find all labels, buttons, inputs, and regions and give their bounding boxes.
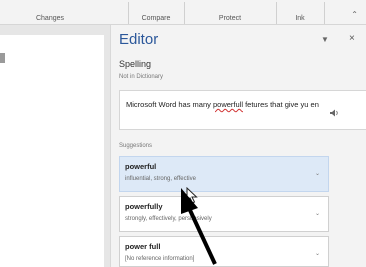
speaker-icon[interactable]	[330, 109, 339, 119]
document-page[interactable]	[0, 35, 104, 267]
ribbon-group-changes[interactable]: Changes	[10, 0, 90, 24]
chevron-down-icon[interactable]: ▼	[321, 35, 329, 44]
suggestions-heading: Suggestions	[119, 143, 153, 149]
ribbon-group-ink[interactable]: Ink	[276, 0, 324, 24]
ribbon-group-compare[interactable]: Compare	[128, 0, 184, 24]
document-area[interactable]	[0, 25, 110, 267]
chevron-down-icon[interactable]: ⌄	[315, 250, 320, 257]
ribbon-group-label: Compare	[141, 15, 171, 22]
ribbon-separator	[324, 2, 325, 24]
suggestion-word: powerful	[125, 162, 157, 171]
misspelled-word: powerfull	[212, 100, 243, 109]
suggestion-word: powerfully	[125, 202, 163, 211]
annotation-arrow-icon	[181, 188, 217, 265]
pane-title: Editor	[119, 31, 159, 48]
suggestion-synonyms: influential, strong, effective	[125, 176, 196, 182]
context-box: Microsoft Word has many powerfull feture…	[119, 90, 366, 130]
editor-pane: Editor ▼ × Spelling Not in Dictionary Mi…	[110, 25, 366, 267]
context-sentence: Microsoft Word has many powerfull feture…	[126, 100, 319, 109]
ruler-marker	[0, 53, 5, 63]
chevron-down-icon[interactable]: ⌄	[315, 210, 320, 217]
close-icon[interactable]: ×	[349, 33, 355, 44]
ribbon-group-protect[interactable]: Protect	[184, 0, 276, 24]
suggestion-word: power full	[125, 242, 161, 251]
ribbon-group-label: Protect	[218, 15, 242, 22]
context-after: fetures that give yu en	[243, 100, 319, 109]
chevron-up-icon[interactable]: ⌃	[351, 10, 358, 19]
chevron-down-icon[interactable]: ⌄	[315, 170, 320, 177]
spelling-subheading: Not in Dictionary	[119, 74, 164, 80]
ribbon-group-label: Ink	[295, 15, 305, 22]
spelling-heading: Spelling	[119, 59, 152, 69]
ribbon: Changes Compare Protect Ink ⌃	[0, 0, 366, 25]
context-before: Microsoft Word has many	[126, 100, 213, 109]
ribbon-group-label: Changes	[35, 15, 65, 22]
